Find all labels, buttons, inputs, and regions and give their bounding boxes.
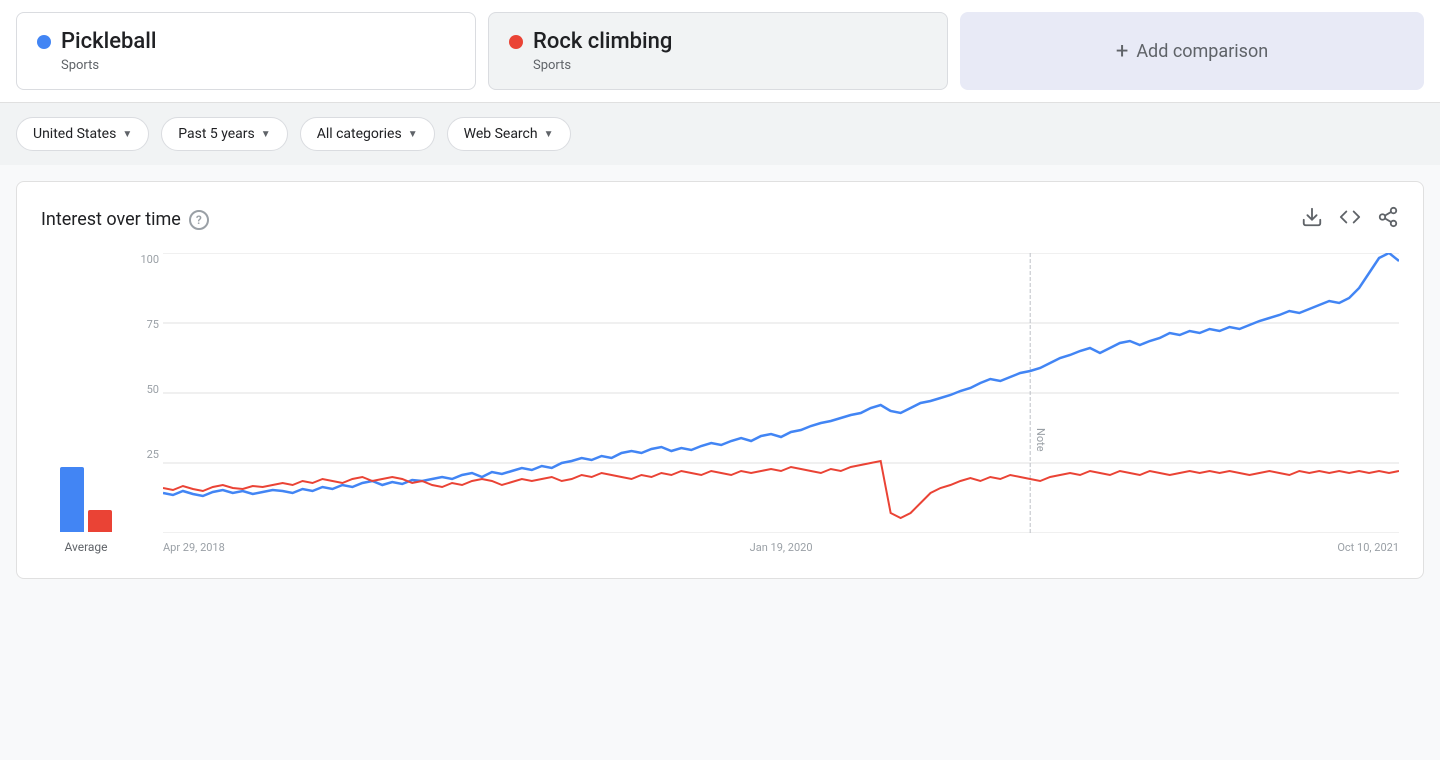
trend-chart-svg: Note: [163, 253, 1399, 533]
region-filter[interactable]: United States ▼: [16, 117, 149, 151]
time-filter[interactable]: Past 5 years ▼: [161, 117, 287, 151]
x-label-2018: Apr 29, 2018: [163, 541, 225, 554]
search-cards: Pickleball Sports Rock climbing Sports +…: [16, 12, 1424, 102]
add-comparison-card[interactable]: + Add comparison: [960, 12, 1424, 90]
svg-text:Note: Note: [1034, 428, 1047, 452]
pickleball-card[interactable]: Pickleball Sports: [16, 12, 476, 90]
x-label-2020: Jan 19, 2020: [750, 541, 813, 554]
rock-climbing-line: [163, 461, 1399, 518]
x-axis-labels: Apr 29, 2018 Jan 19, 2020 Oct 10, 2021: [163, 541, 1399, 554]
pickleball-label: Pickleball: [61, 29, 156, 54]
y-label-75: 75: [131, 318, 159, 331]
svg-chart-wrapper: Note Apr 29, 2018 Jan 19, 2020 Oct 10, 2…: [163, 253, 1399, 554]
help-icon[interactable]: ?: [189, 210, 209, 230]
search-type-filter[interactable]: Web Search ▼: [447, 117, 571, 151]
avg-bar-red: [88, 510, 112, 532]
y-label-50: 50: [131, 383, 159, 396]
pickleball-subtitle: Sports: [61, 58, 455, 73]
average-col: Average: [41, 452, 131, 554]
categories-filter[interactable]: All categories ▼: [300, 117, 435, 151]
average-label: Average: [64, 540, 107, 554]
search-type-filter-label: Web Search: [464, 126, 538, 142]
rock-climbing-dot: [509, 35, 523, 49]
share-button[interactable]: [1377, 206, 1399, 233]
download-button[interactable]: [1301, 206, 1323, 233]
chart-title-row: Interest over time ?: [41, 209, 209, 230]
main-chart: 100 75 50 25 N: [131, 253, 1399, 554]
embed-button[interactable]: [1339, 206, 1361, 233]
avg-bar-blue: [60, 467, 84, 532]
add-comparison-label: Add comparison: [1136, 41, 1268, 62]
y-label-25: 25: [131, 448, 159, 461]
time-chevron-icon: ▼: [261, 129, 271, 140]
categories-filter-label: All categories: [317, 126, 402, 142]
top-section: Pickleball Sports Rock climbing Sports +…: [0, 0, 1440, 103]
avg-bars: [60, 452, 112, 532]
time-filter-label: Past 5 years: [178, 126, 255, 142]
y-label-100: 100: [131, 253, 159, 266]
plus-icon: +: [1116, 39, 1128, 64]
rock-climbing-subtitle: Sports: [533, 58, 927, 73]
filter-bar: United States ▼ Past 5 years ▼ All categ…: [0, 103, 1440, 165]
chart-section: Interest over time ? Average: [16, 181, 1424, 579]
region-filter-label: United States: [33, 126, 116, 142]
categories-chevron-icon: ▼: [408, 129, 418, 140]
rock-climbing-title-row: Rock climbing: [509, 29, 927, 54]
search-type-chevron-icon: ▼: [544, 129, 554, 140]
chart-container: Average 100 75 50 25: [41, 253, 1399, 554]
x-label-2021: Oct 10, 2021: [1337, 541, 1399, 554]
pickleball-title-row: Pickleball: [37, 29, 455, 54]
rock-climbing-label: Rock climbing: [533, 29, 672, 54]
chart-header: Interest over time ?: [41, 206, 1399, 233]
pickleball-line: [163, 253, 1399, 496]
pickleball-dot: [37, 35, 51, 49]
y-axis-labels: 100 75 50 25: [131, 253, 163, 533]
rock-climbing-card[interactable]: Rock climbing Sports: [488, 12, 948, 90]
chart-title: Interest over time: [41, 209, 181, 230]
chart-actions: [1301, 206, 1399, 233]
region-chevron-icon: ▼: [122, 129, 132, 140]
